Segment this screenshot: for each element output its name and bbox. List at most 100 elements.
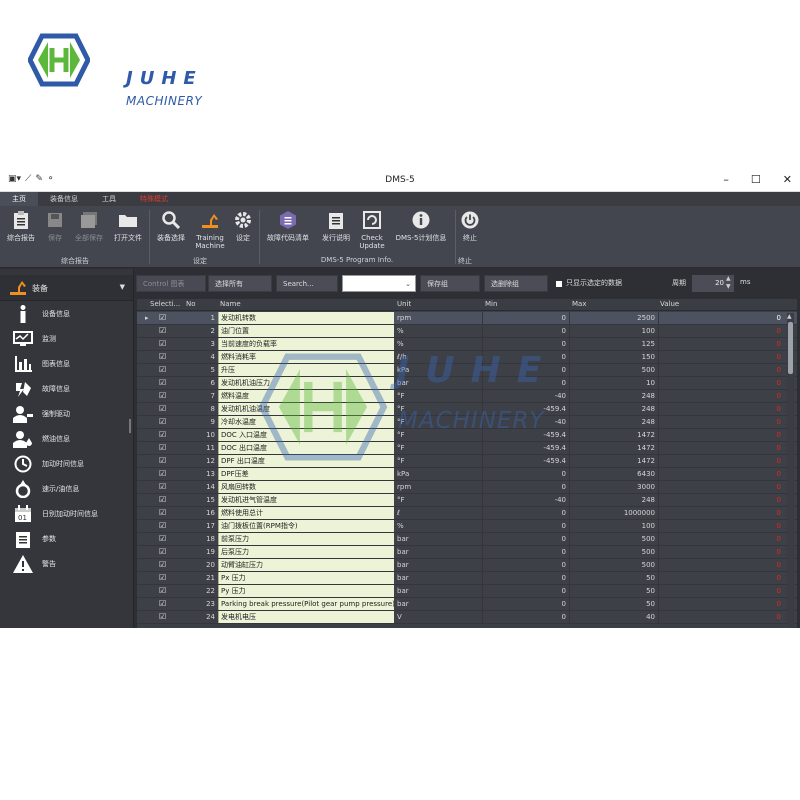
equipment-dropdown[interactable]: 装备 ▼ xyxy=(0,275,133,301)
row-select-checkbox[interactable]: ☑ xyxy=(159,598,173,610)
table-row[interactable]: ☑ 20 动臂油缸压力 bar 0 500 0 xyxy=(137,559,797,572)
report-button[interactable]: 综合报告 xyxy=(4,210,38,242)
column-header-name[interactable]: Name xyxy=(220,300,241,308)
control-chart-button[interactable]: Control 图表 xyxy=(136,275,206,292)
sidebar-item-7[interactable]: 加动时间信息 xyxy=(0,451,133,476)
table-row[interactable]: ☑ 16 燃料使用总计 ℓ 0 1000000 0 xyxy=(137,507,797,520)
table-row[interactable]: ☑ 23 Parking break pressure(Pilot gear pum… xyxy=(137,598,797,611)
table-row[interactable]: ☑ 2 油门位置% 0 100 0 xyxy=(137,325,797,338)
sidebar-item-6[interactable]: 燃油信息 xyxy=(0,426,133,451)
maximize-button[interactable]: ☐ xyxy=(751,173,761,186)
row-select-checkbox[interactable]: ☑ xyxy=(159,468,173,480)
table-row[interactable]: ☑ 22 Py 压力 bar 0 50 0 xyxy=(137,585,797,598)
tab-equipment-info[interactable]: 装备信息 xyxy=(38,192,90,206)
row-select-checkbox[interactable]: ☑ xyxy=(159,585,173,597)
row-select-checkbox[interactable]: ☑ xyxy=(159,572,173,584)
row-select-checkbox[interactable]: ☑ xyxy=(159,533,173,545)
sidebar-item-8[interactable]: 速示/油信息 xyxy=(0,476,133,501)
fault-code-list-button[interactable]: 故障代码清单 xyxy=(262,210,314,242)
table-row[interactable]: ☑ 5 升压 kPa 0 500 0 xyxy=(137,364,797,377)
sidebar-item-5[interactable]: 强制驱动 xyxy=(0,401,133,426)
row-select-checkbox[interactable]: ☑ xyxy=(159,520,173,532)
settings-button[interactable]: 设定 xyxy=(230,210,256,242)
tab-tools[interactable]: 工具 xyxy=(90,192,128,206)
row-select-checkbox[interactable]: ☑ xyxy=(159,325,173,337)
save-button[interactable]: 保存 xyxy=(44,210,66,242)
row-select-checkbox[interactable]: ☑ xyxy=(159,403,173,415)
group-select[interactable]: ⌄ xyxy=(342,275,416,292)
column-header-no[interactable]: No xyxy=(186,300,196,308)
row-select-checkbox[interactable]: ☑ xyxy=(159,507,173,519)
search-input[interactable]: Search... xyxy=(276,275,338,292)
table-row[interactable]: ☑ 4 燃料消耗率 ℓ/h 0 150 0 xyxy=(137,351,797,364)
row-select-checkbox[interactable]: ☑ xyxy=(159,338,173,350)
sidebar-item-9[interactable]: 01 日别加动时间信息 xyxy=(0,501,133,526)
close-button[interactable]: ✕ xyxy=(783,173,792,186)
table-row[interactable]: ☑ 11 DOC 出口温度 °F -459.4 1472 0 xyxy=(137,442,797,455)
row-select-checkbox[interactable]: ☑ xyxy=(159,429,173,441)
scrollbar-thumb[interactable] xyxy=(788,322,793,374)
row-select-checkbox[interactable]: ☑ xyxy=(159,364,173,376)
table-row[interactable]: ☑ 17 油门拨板位置(RPM指令)% 0 100 0 xyxy=(137,520,797,533)
tab-special-mode[interactable]: 特殊模式 xyxy=(128,192,180,206)
table-row[interactable]: ☑ 12 DPF 出口温度 °F -459.4 1472 0 xyxy=(137,455,797,468)
check-update-button[interactable]: Check Update xyxy=(356,210,388,250)
row-max: 50 xyxy=(569,585,658,597)
table-row[interactable]: ☑ 8 发动机机油温度 °F -459.4 248 0 xyxy=(137,403,797,416)
sidebar-item-10[interactable]: 参数 xyxy=(0,526,133,551)
exit-button[interactable]: 终止 xyxy=(458,210,482,242)
row-select-checkbox[interactable]: ☑ xyxy=(159,455,173,467)
period-spinner[interactable]: ▲ ▼ xyxy=(726,275,731,291)
row-select-checkbox[interactable]: ☑ xyxy=(159,494,173,506)
minimize-button[interactable]: – xyxy=(723,173,729,186)
column-header-value[interactable]: Value xyxy=(660,300,679,308)
sidebar-item-4[interactable]: 故障信息 xyxy=(0,376,133,401)
table-row[interactable]: ☑ 21 Px 压力 bar 0 50 0 xyxy=(137,572,797,585)
table-row[interactable]: ☑ 19 后泵压力 bar 0 500 0 xyxy=(137,546,797,559)
table-row[interactable]: ☑ 10 DOC 入口温度 °F -459.4 1472 0 xyxy=(137,429,797,442)
vertical-scrollbar[interactable]: ▲ xyxy=(787,313,794,628)
row-select-checkbox[interactable]: ☑ xyxy=(159,546,173,558)
table-row[interactable]: ▸ ☑ 1 发动机转数 rpm 0 2500 0 xyxy=(137,312,797,325)
table-row[interactable]: ☑ 6 发动机机油压力 bar 0 10 0 xyxy=(137,377,797,390)
save-group-button[interactable]: 保存组 xyxy=(420,275,480,292)
row-select-checkbox[interactable]: ☑ xyxy=(159,416,173,428)
sidebar-item-2[interactable]: 监测 xyxy=(0,326,133,351)
table-row[interactable]: ☑ 14 风扇回转数 rpm 0 3000 0 xyxy=(137,481,797,494)
tab-home[interactable]: 主页 xyxy=(0,192,38,206)
equipment-select-button[interactable]: 装备选择 xyxy=(153,210,189,242)
table-row[interactable]: ☑ 7 燃料温度 °F -40 248 0 xyxy=(137,390,797,403)
column-header-min[interactable]: Min xyxy=(485,300,497,308)
table-row[interactable]: ☑ 9 冷却水温度 °F -40 248 0 xyxy=(137,416,797,429)
table-row[interactable]: ☑ 18 前泵压力 bar 0 500 0 xyxy=(137,533,797,546)
row-select-checkbox[interactable]: ☑ xyxy=(159,312,173,324)
only-selected-checkbox[interactable] xyxy=(556,281,562,287)
row-select-checkbox[interactable]: ☑ xyxy=(159,377,173,389)
open-file-button[interactable]: 打开文件 xyxy=(110,210,146,242)
table-row[interactable]: ☑ 24 发电机电压 V 0 40 0 xyxy=(137,611,797,624)
table-row[interactable]: ☑ 13 DPF压差 kPa 0 6430 0 xyxy=(137,468,797,481)
splitter-handle[interactable] xyxy=(129,419,131,433)
table-row[interactable]: ☑ 3 当前速度的负载率% 0 125 0 xyxy=(137,338,797,351)
scroll-up-icon[interactable]: ▲ xyxy=(787,313,792,320)
release-notes-button[interactable]: 发行说明 xyxy=(318,210,354,242)
row-select-checkbox[interactable]: ☑ xyxy=(159,611,173,623)
dms-program-info-button[interactable]: DMS-5计划信息 xyxy=(390,210,452,242)
select-all-button[interactable]: 选择所有 xyxy=(208,275,272,292)
column-header-unit[interactable]: Unit xyxy=(397,300,411,308)
training-machine-button[interactable]: Training Machine xyxy=(192,210,228,250)
sidebar-item-11[interactable]: 警告 xyxy=(0,551,133,576)
save-all-button[interactable]: 全部保存 xyxy=(72,210,106,242)
row-select-checkbox[interactable]: ☑ xyxy=(159,442,173,454)
sidebar-item-1[interactable]: 设备信息 xyxy=(0,301,133,326)
delete-group-button[interactable]: 选删除组 xyxy=(484,275,548,292)
column-header-selection[interactable]: Selecti... xyxy=(150,300,180,308)
table-row[interactable]: ☑ 15 发动机进气管温度 °F -40 248 0 xyxy=(137,494,797,507)
row-select-checkbox[interactable]: ☑ xyxy=(159,559,173,571)
row-unit: % xyxy=(397,522,404,530)
row-select-checkbox[interactable]: ☑ xyxy=(159,390,173,402)
column-header-max[interactable]: Max xyxy=(572,300,586,308)
row-select-checkbox[interactable]: ☑ xyxy=(159,481,173,493)
sidebar-item-3[interactable]: 图表信息 xyxy=(0,351,133,376)
row-select-checkbox[interactable]: ☑ xyxy=(159,351,173,363)
